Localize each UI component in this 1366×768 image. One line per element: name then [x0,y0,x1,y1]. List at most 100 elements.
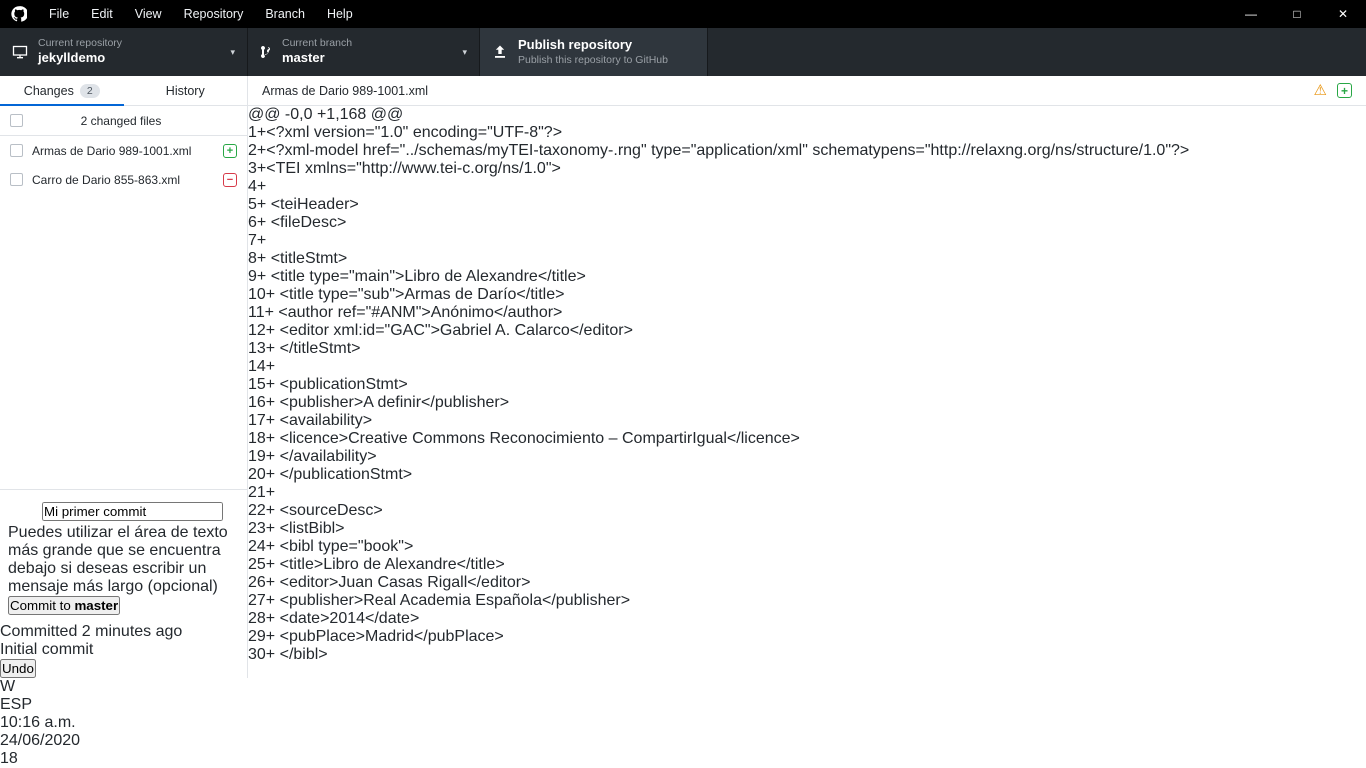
diff-hunk-header: @@ -0,0 +1,168 @@ [248,106,1189,124]
file-checkbox[interactable] [10,173,23,186]
diff-line[interactable]: 30+ </bibl> [248,646,1189,664]
diff-line[interactable]: 16+ <publisher>A definir</publisher> [248,394,1189,412]
diff-line[interactable]: 15+ <publicationStmt> [248,376,1189,394]
diff-code: +<TEI xmlns="http://www.tei-c.org/ns/1.0… [257,160,561,177]
tab-history-label: History [166,84,205,98]
commit-description-input[interactable]: Puedes utilizar el área de texto más gra… [8,524,239,596]
file-added-status-icon [1337,83,1352,98]
windows-taskbar: W ESP 10:16 a.m. 24/06/2020 18 [0,678,1366,768]
diff-code: + <pubPlace>Madrid</pubPlace> [266,628,504,645]
new-line-number: 24 [248,538,266,555]
file-status-removed-icon [223,173,237,187]
diff-line[interactable]: 23+ <listBibl> [248,520,1189,538]
diff-line[interactable]: 18+ <licence>Creative Commons Reconocimi… [248,430,1189,448]
diff-code: + <teiHeader> [257,196,359,213]
undo-button[interactable]: Undo [0,659,36,678]
current-repository-button[interactable]: Current repository jekylldemo ▾ [0,28,248,76]
diff-lines: @@ -0,0 +1,168 @@ 1+<?xml version="1.0" … [248,106,1189,664]
new-line-number: 11 [248,304,265,321]
word-button[interactable]: W [0,678,1366,696]
diff-code: + <publisher>Real Academia Española</pub… [266,592,630,609]
toolbar: Current repository jekylldemo ▾ Current … [0,28,1366,76]
diff-code: + <sourceDesc> [266,502,383,519]
diff-line[interactable]: 24+ <bibl type="book"> [248,538,1189,556]
diff-line[interactable]: 5+ <teiHeader> [248,196,1189,214]
diff-code: + </titleStmt> [266,340,361,357]
diff-line[interactable]: 29+ <pubPlace>Madrid</pubPlace> [248,628,1189,646]
menu-repository[interactable]: Repository [173,0,255,28]
warning-icon[interactable]: ⚠ [1314,83,1327,98]
close-button[interactable]: ✕ [1320,0,1366,28]
taskbar-time: 10:16 a.m. [0,714,1366,732]
diff-line[interactable]: 3+<TEI xmlns="http://www.tei-c.org/ns/1.… [248,160,1189,178]
diff-code: + <title type="main">Libro de Alexandre<… [257,268,586,285]
diff-code: +<?xml-model href="../schemas/myTEI-taxo… [257,142,1189,159]
diff-line[interactable]: 6+ <fileDesc> [248,214,1189,232]
diff-code: + <availability> [266,412,372,429]
new-line-number: 18 [248,430,266,447]
changes-sidebar: 2 changed files Armas de Dario 989-1001.… [0,106,248,678]
diff-line[interactable]: 17+ <availability> [248,412,1189,430]
menu-help[interactable]: Help [316,0,364,28]
commit-status-text: Committed 2 minutes ago [0,623,247,641]
new-line-number: 13 [248,340,266,357]
current-branch-button[interactable]: Current branch master ▾ [248,28,480,76]
titlebar: File Edit View Repository Branch Help — … [0,0,1366,28]
diff-line[interactable]: 4+ [248,178,1189,196]
new-line-number: 5 [248,196,257,213]
new-line-number: 28 [248,610,266,627]
select-all-checkbox[interactable] [10,114,23,127]
diff-line[interactable]: 13+ </titleStmt> [248,340,1189,358]
new-line-number: 4 [248,178,257,195]
diff-line[interactable]: 9+ <title type="main">Libro de Alexandre… [248,268,1189,286]
file-list-empty-area [0,194,247,489]
action-center-button[interactable]: 18 [0,750,1366,768]
word-icon: W [0,678,15,695]
diff-line[interactable]: 26+ <editor>Juan Casas Rigall</editor> [248,574,1189,592]
new-line-number: 26 [248,574,266,591]
taskbar-clock[interactable]: 10:16 a.m. 24/06/2020 [0,714,1366,750]
diff-code: + [266,358,275,375]
file-name: Armas de Dario 989-1001.xml [32,144,223,158]
diff-code: + <titleStmt> [257,250,347,267]
sidebar-tabs: Changes 2 History [0,76,248,105]
diff-line[interactable]: 8+ <titleStmt> [248,250,1189,268]
diff-line[interactable]: 19+ </availability> [248,448,1189,466]
system-tray: ESP 10:16 a.m. 24/06/2020 18 [0,696,1366,768]
publish-repository-button[interactable]: Publish repository Publish this reposito… [480,28,708,76]
file-row-carro[interactable]: Carro de Dario 855-863.xml [0,165,247,194]
file-checkbox[interactable] [10,144,23,157]
menu-branch[interactable]: Branch [254,0,316,28]
diff-line[interactable]: 11+ <author ref="#ANM">Anónimo</author> [248,304,1189,322]
menu-file[interactable]: File [38,0,80,28]
diff-line[interactable]: 10+ <title type="sub">Armas de Darío</ti… [248,286,1189,304]
commit-button[interactable]: Commit to master [8,596,120,615]
diff-line[interactable]: 28+ <date>2014</date> [248,610,1189,628]
maximize-button[interactable]: □ [1274,0,1320,28]
diff-line[interactable]: 14+ [248,358,1189,376]
menu-view[interactable]: View [124,0,173,28]
diff-line[interactable]: 22+ <sourceDesc> [248,502,1189,520]
diff-line[interactable]: 21+ [248,484,1189,502]
changed-files-header: 2 changed files [0,106,247,136]
diff-line[interactable]: 2+<?xml-model href="../schemas/myTEI-tax… [248,142,1189,160]
diff-line[interactable]: 1+<?xml version="1.0" encoding="UTF-8"?> [248,124,1189,142]
minimize-button[interactable]: — [1228,0,1274,28]
menu-edit[interactable]: Edit [80,0,124,28]
new-line-number: 14 [248,358,266,375]
diff-line[interactable]: 25+ <title>Libro de Alexandre</title> [248,556,1189,574]
language-indicator[interactable]: ESP [0,696,1366,714]
branch-chevron-down-icon: ▾ [462,47,467,58]
diff-line[interactable]: 7+ [248,232,1189,250]
current-repository-label: Current repository [38,37,222,51]
tab-changes[interactable]: Changes 2 [0,76,124,105]
body-row: 2 changed files Armas de Dario 989-1001.… [0,106,1366,678]
diff-code: + <bibl type="book"> [266,538,414,555]
diff-line[interactable]: 12+ <editor xml:id="GAC">Gabriel A. Cala… [248,322,1189,340]
commit-summary-input[interactable] [42,502,223,521]
diff-line[interactable]: 20+ </publicationStmt> [248,466,1189,484]
file-row-armas[interactable]: Armas de Dario 989-1001.xml [0,136,247,165]
tab-history[interactable]: History [124,76,248,105]
diff-file-header: Armas de Dario 989-1001.xml ⚠ [248,76,1366,105]
diff-line[interactable]: 27+ <publisher>Real Academia Española</p… [248,592,1189,610]
